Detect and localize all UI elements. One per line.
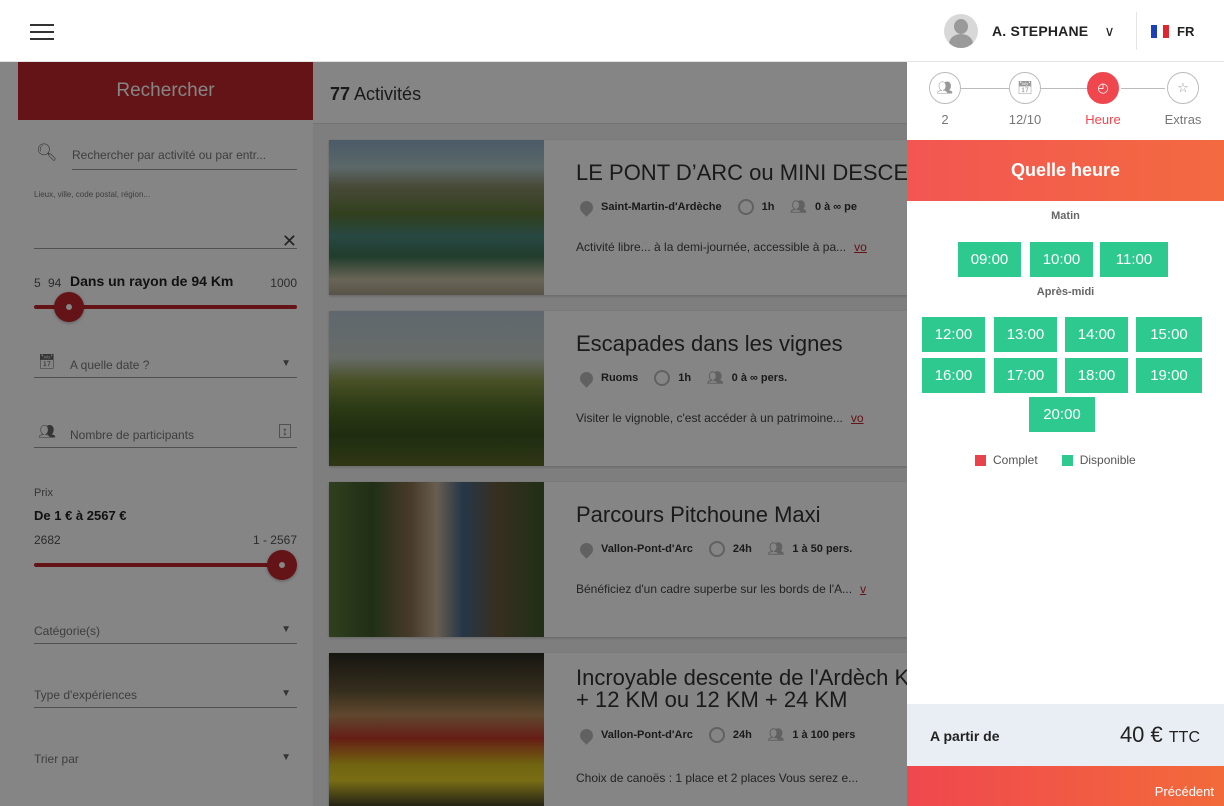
time-slot[interactable]: 18:00 [1065, 358, 1128, 393]
user-name: A. STEPHANE [992, 23, 1089, 39]
language-label: FR [1177, 23, 1195, 39]
booking-panel: 👥︎ 2 📅︎ 12/10 ◴ Heure ☆ Extras Quelle he… [907, 62, 1224, 806]
star-icon: ☆ [1167, 72, 1199, 104]
step-extras[interactable]: ☆ Extras [1153, 72, 1213, 127]
time-slot[interactable]: 09:00 [958, 242, 1021, 277]
afternoon-label: Après-midi [1036, 286, 1095, 298]
calendar-icon: 📅︎ [1009, 72, 1041, 104]
clock-icon: ◴ [1087, 72, 1119, 104]
step-label: 12/10 [1008, 112, 1042, 127]
booking-steps: 👥︎ 2 📅︎ 12/10 ◴ Heure ☆ Extras [907, 62, 1224, 140]
panel-title: Quelle heure [907, 140, 1224, 201]
menu-icon[interactable] [30, 24, 54, 42]
chevron-down-icon[interactable]: ∨ [1104, 23, 1114, 40]
price-suffix: TTC [1168, 729, 1200, 746]
time-slot[interactable]: 14:00 [1065, 317, 1128, 352]
time-slot[interactable]: 19:00 [1136, 358, 1202, 393]
full-swatch [975, 454, 986, 466]
time-slot[interactable]: 12:00 [922, 317, 985, 352]
previous-label: Précédent [1154, 784, 1214, 799]
time-slot[interactable]: 11:00 [1100, 242, 1168, 277]
time-slot[interactable]: 10:00 [1030, 242, 1093, 277]
morning-label: Matin [1051, 210, 1080, 222]
step-label: Heure [1085, 112, 1121, 127]
time-slot[interactable]: 16:00 [922, 358, 985, 393]
people-icon: 👥︎ [929, 72, 961, 104]
modal-backdrop[interactable] [0, 62, 907, 806]
step-label: Extras [1164, 112, 1202, 127]
language-selector[interactable]: FR [1136, 12, 1194, 50]
time-slot[interactable]: 13:00 [994, 317, 1057, 352]
price-amount: 40 € [1119, 722, 1163, 747]
available-swatch [1061, 454, 1073, 466]
step-label: 2 [941, 112, 949, 127]
time-slot[interactable]: 15:00 [1136, 317, 1202, 352]
price-value: 40 € TTC [1120, 722, 1200, 748]
price-label: A partir de [930, 728, 1000, 744]
top-bar: A. STEPHANE ∨ FR [0, 0, 1224, 62]
time-slot[interactable]: 17:00 [994, 358, 1057, 393]
legend-full: Complet [993, 453, 1038, 467]
time-slot[interactable]: 20:00 [1029, 397, 1095, 432]
step-participants[interactable]: 👥︎ 2 [915, 72, 975, 127]
user-menu[interactable]: A. STEPHANE ∨ [944, 12, 1115, 50]
legend-available: Disponible [1079, 453, 1136, 467]
price-bar: A partir de 40 € TTC [907, 704, 1224, 766]
step-time[interactable]: ◴ Heure [1073, 72, 1133, 127]
step-date[interactable]: 📅︎ 12/10 [995, 72, 1055, 127]
legend: Complet Disponible [975, 453, 1136, 467]
flag-france-icon [1151, 24, 1169, 38]
avatar [944, 14, 978, 48]
previous-button[interactable]: Précédent [907, 766, 1224, 806]
